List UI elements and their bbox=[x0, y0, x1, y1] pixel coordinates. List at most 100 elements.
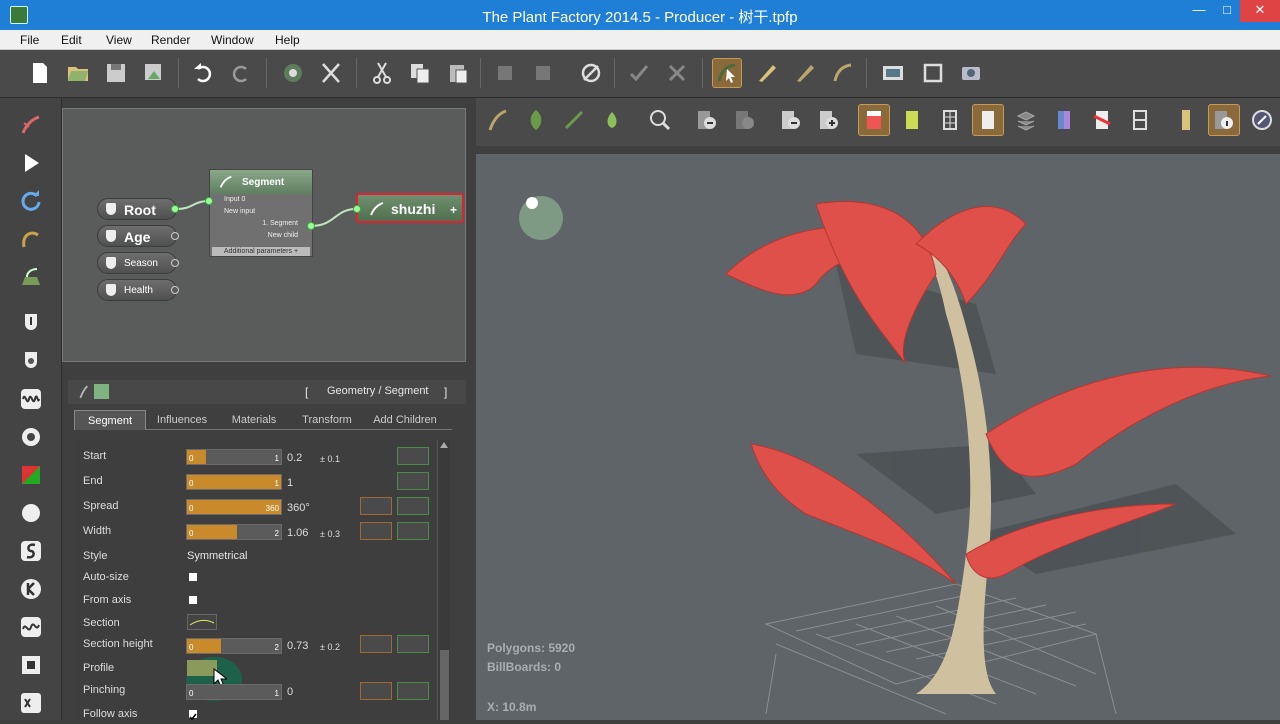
play-icon[interactable] bbox=[16, 148, 46, 178]
variation-width[interactable]: ± 0.3 bbox=[320, 529, 340, 539]
curve-spread-a[interactable] bbox=[360, 497, 392, 515]
tab-influences[interactable]: Influences bbox=[148, 410, 216, 430]
checkbox-from-axis[interactable] bbox=[189, 596, 197, 604]
port-shuzhi-input[interactable] bbox=[353, 205, 361, 213]
detail-minus-icon[interactable] bbox=[774, 104, 806, 136]
style-dropdown[interactable]: Symmetrical bbox=[187, 550, 248, 562]
tab-materials[interactable]: Materials bbox=[222, 410, 286, 430]
value-section-height[interactable]: 0.73 bbox=[287, 640, 308, 652]
select-tool-icon[interactable] bbox=[712, 58, 742, 88]
port-segment-output[interactable] bbox=[307, 222, 315, 230]
curve-pinching-a[interactable] bbox=[360, 682, 392, 700]
property-scrollbar[interactable] bbox=[437, 440, 450, 720]
stamp-icon[interactable] bbox=[16, 650, 46, 680]
ruler-icon[interactable] bbox=[1170, 104, 1202, 136]
square-icon[interactable] bbox=[16, 688, 46, 718]
lod-minus-icon[interactable] bbox=[690, 104, 722, 136]
port-health[interactable] bbox=[171, 286, 179, 294]
node-input-health[interactable]: Health bbox=[97, 279, 177, 301]
edit-tool-icon[interactable] bbox=[790, 58, 820, 88]
paint-tool-icon[interactable] bbox=[752, 58, 782, 88]
k-icon[interactable] bbox=[16, 574, 46, 604]
normals-icon[interactable] bbox=[1048, 104, 1080, 136]
render-icon[interactable] bbox=[956, 58, 986, 88]
draw-tool-icon[interactable] bbox=[828, 58, 858, 88]
menu-render[interactable]: Render bbox=[151, 33, 190, 47]
show-leaves-icon[interactable] bbox=[520, 104, 552, 136]
show-branches-icon[interactable] bbox=[482, 104, 514, 136]
menu-edit[interactable]: Edit bbox=[61, 33, 82, 47]
frame-icon[interactable] bbox=[918, 58, 948, 88]
variation-section-height[interactable]: ± 0.2 bbox=[320, 642, 340, 652]
port-root[interactable] bbox=[171, 205, 179, 213]
dna-icon[interactable] bbox=[316, 58, 346, 88]
maximize-button[interactable]: □ bbox=[1210, 0, 1244, 22]
slider-pinching[interactable]: 0 1 bbox=[186, 684, 282, 700]
additional-parameters-button[interactable]: Additional parameters + bbox=[212, 247, 310, 256]
tab-add-children[interactable]: Add Children bbox=[366, 410, 444, 430]
wire-mode-icon[interactable] bbox=[934, 104, 966, 136]
delete-icon[interactable] bbox=[662, 58, 692, 88]
port-segment-input[interactable] bbox=[205, 197, 213, 205]
layers-icon[interactable] bbox=[1010, 104, 1042, 136]
weight-icon[interactable] bbox=[16, 346, 46, 376]
plant-icon[interactable] bbox=[16, 262, 46, 292]
scroll-thumb[interactable] bbox=[440, 650, 449, 720]
curve-icon[interactable] bbox=[16, 224, 46, 254]
disable-icon[interactable] bbox=[576, 58, 606, 88]
value-pinching[interactable]: 0 bbox=[287, 686, 293, 698]
node-color-swatch[interactable] bbox=[94, 384, 109, 399]
texture-mode-icon[interactable] bbox=[896, 104, 928, 136]
close-button[interactable]: ✕ bbox=[1240, 0, 1280, 22]
curve-spread-b[interactable] bbox=[397, 497, 429, 515]
node-graph[interactable]: Root Age Season Health Segment Input 0 N… bbox=[62, 108, 466, 362]
gear-icon[interactable] bbox=[16, 422, 46, 452]
branch-tool-icon[interactable] bbox=[16, 110, 46, 140]
value-spread[interactable]: 360° bbox=[287, 502, 310, 514]
value-start[interactable]: 0.2 bbox=[287, 452, 302, 464]
curve-section-height-b[interactable] bbox=[397, 635, 429, 653]
port-age[interactable] bbox=[171, 232, 179, 240]
checkbox-auto-size[interactable] bbox=[189, 573, 197, 581]
curve-start[interactable] bbox=[397, 447, 429, 465]
lod-plus-icon[interactable] bbox=[728, 104, 760, 136]
redo-icon[interactable] bbox=[226, 58, 256, 88]
tab-segment[interactable]: Segment bbox=[74, 410, 146, 430]
curve-end[interactable] bbox=[397, 472, 429, 490]
copy-icon[interactable] bbox=[405, 58, 435, 88]
cut-icon[interactable] bbox=[367, 58, 397, 88]
paste-icon[interactable] bbox=[443, 58, 473, 88]
value-end[interactable]: 1 bbox=[287, 477, 293, 489]
show-twigs-icon[interactable] bbox=[558, 104, 590, 136]
checkbox-follow-axis[interactable] bbox=[189, 710, 197, 721]
slider-width[interactable]: 0 2 bbox=[186, 524, 282, 540]
color-icon[interactable] bbox=[16, 460, 46, 490]
ungroup-icon[interactable] bbox=[528, 58, 558, 88]
noise-icon[interactable] bbox=[16, 612, 46, 642]
port-season[interactable] bbox=[171, 259, 179, 267]
value-width[interactable]: 1.06 bbox=[287, 527, 308, 539]
zoom-icon[interactable] bbox=[644, 104, 676, 136]
variation-start[interactable]: ± 0.1 bbox=[320, 454, 340, 464]
expand-icon[interactable]: + bbox=[450, 203, 457, 217]
solid-mode-icon[interactable] bbox=[972, 104, 1004, 136]
refresh-icon[interactable] bbox=[16, 186, 46, 216]
slider-end[interactable]: 0 1 bbox=[186, 474, 282, 490]
slider-spread[interactable]: 0 360 bbox=[186, 499, 282, 515]
scroll-up-icon[interactable] bbox=[440, 442, 448, 448]
section-shape-editor[interactable] bbox=[187, 614, 217, 630]
segment-node[interactable]: Segment Input 0 New input 1. Segment New… bbox=[209, 169, 313, 257]
plant-library-icon[interactable] bbox=[278, 58, 308, 88]
curve-width-a[interactable] bbox=[360, 522, 392, 540]
show-fruits-icon[interactable] bbox=[596, 104, 628, 136]
menu-help[interactable]: Help bbox=[275, 33, 300, 47]
color-mode-icon[interactable] bbox=[858, 104, 890, 136]
wave-icon[interactable] bbox=[16, 384, 46, 414]
menu-view[interactable]: View bbox=[106, 33, 132, 47]
curve-section-height-a[interactable] bbox=[360, 635, 392, 653]
curve-pinching-b[interactable] bbox=[397, 682, 429, 700]
curve-width-b[interactable] bbox=[397, 522, 429, 540]
grid-mode-icon[interactable] bbox=[1124, 104, 1156, 136]
tab-transform[interactable]: Transform bbox=[294, 410, 360, 430]
slider-start[interactable]: 0 1 bbox=[186, 449, 282, 465]
